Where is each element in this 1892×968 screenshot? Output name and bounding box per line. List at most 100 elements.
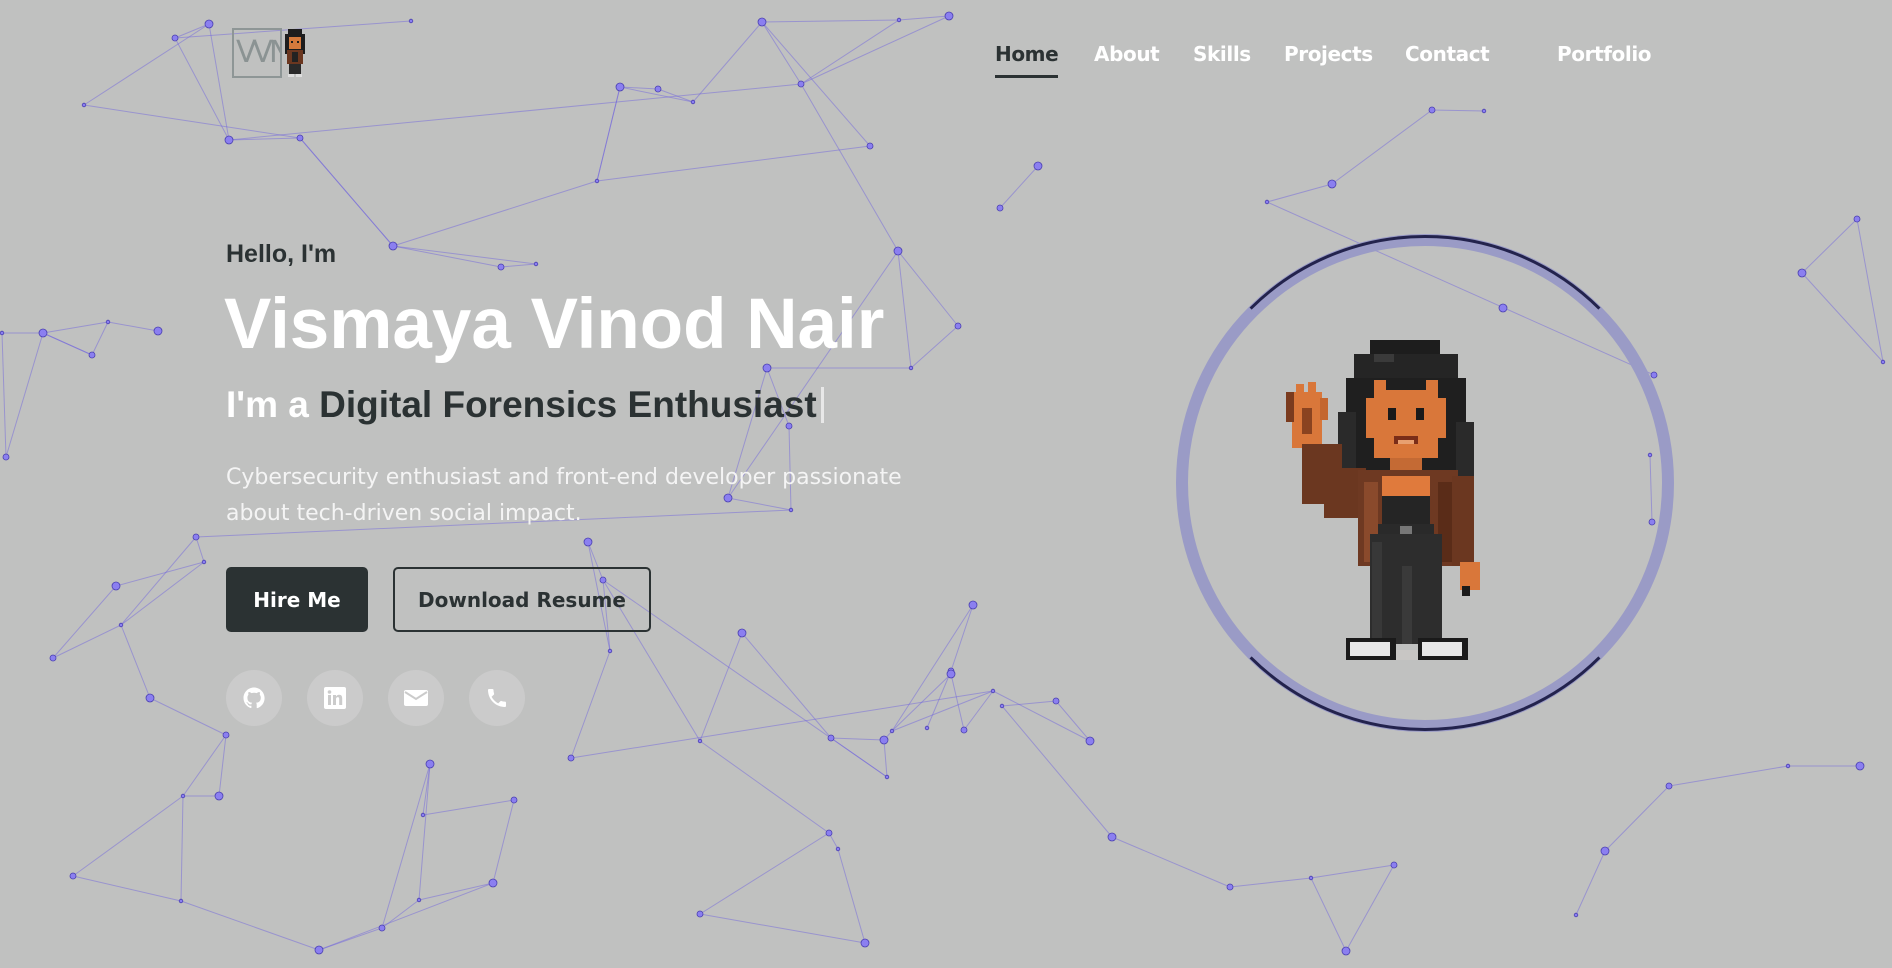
network-node bbox=[145, 693, 155, 703]
network-line bbox=[992, 690, 1091, 742]
phone-link[interactable] bbox=[469, 670, 525, 726]
network-line bbox=[1310, 864, 1395, 879]
github-link[interactable] bbox=[226, 670, 282, 726]
network-line bbox=[596, 86, 621, 182]
network-node bbox=[908, 365, 914, 371]
hero-greeting: Hello, I'm bbox=[226, 240, 337, 268]
network-node bbox=[533, 261, 539, 267]
network-node bbox=[81, 102, 87, 108]
network-node bbox=[1853, 215, 1861, 223]
nav-about[interactable]: About bbox=[1094, 42, 1160, 66]
network-line bbox=[830, 737, 885, 741]
network-node bbox=[118, 622, 124, 628]
network-line bbox=[891, 604, 974, 732]
network-line bbox=[72, 795, 184, 877]
network-node bbox=[567, 754, 575, 762]
nav-home[interactable]: Home bbox=[995, 42, 1059, 78]
network-node bbox=[314, 945, 324, 955]
network-line bbox=[999, 165, 1039, 209]
network-node bbox=[1085, 736, 1095, 746]
network-line bbox=[699, 740, 830, 834]
network-node bbox=[416, 897, 422, 903]
network-node bbox=[378, 924, 386, 932]
network-line bbox=[392, 245, 537, 265]
network-line bbox=[91, 321, 109, 356]
network-line bbox=[800, 19, 900, 85]
profile-avatar bbox=[1174, 232, 1676, 734]
network-node bbox=[222, 731, 230, 739]
network-line bbox=[800, 15, 950, 85]
nav-portfolio[interactable]: Portfolio bbox=[1557, 42, 1652, 66]
network-line bbox=[500, 263, 537, 268]
network-node bbox=[420, 812, 426, 818]
network-line bbox=[83, 23, 210, 106]
network-node bbox=[0, 330, 5, 336]
network-line bbox=[570, 650, 611, 759]
network-node bbox=[889, 728, 895, 734]
linkedin-link[interactable] bbox=[307, 670, 363, 726]
network-node bbox=[1341, 946, 1351, 956]
network-node bbox=[111, 581, 121, 591]
network-node bbox=[866, 142, 874, 150]
network-line bbox=[208, 23, 230, 141]
network-node bbox=[1107, 832, 1117, 842]
network-node bbox=[192, 533, 200, 541]
network-line bbox=[1, 332, 7, 458]
network-line bbox=[883, 739, 888, 778]
network-node bbox=[38, 328, 48, 338]
network-line bbox=[570, 690, 994, 759]
network-node bbox=[214, 791, 224, 801]
network-node bbox=[1327, 179, 1337, 189]
network-line bbox=[1001, 705, 1113, 838]
role-typed-text: Digital Forensics Enthusiast bbox=[319, 384, 817, 425]
network-line bbox=[897, 250, 912, 369]
nav-skills[interactable]: Skills bbox=[1193, 42, 1251, 66]
network-node bbox=[954, 322, 962, 330]
network-line bbox=[1001, 700, 1057, 707]
nav-projects[interactable]: Projects bbox=[1284, 42, 1373, 66]
network-line bbox=[381, 763, 431, 929]
network-line bbox=[392, 180, 598, 247]
network-line bbox=[1668, 765, 1789, 787]
hire-me-button[interactable]: Hire Me bbox=[226, 567, 368, 632]
network-line bbox=[596, 145, 871, 182]
network-node bbox=[896, 17, 902, 23]
network-node bbox=[827, 734, 835, 742]
network-line bbox=[42, 332, 93, 356]
network-line bbox=[761, 21, 871, 147]
email-link[interactable] bbox=[388, 670, 444, 726]
network-node bbox=[171, 34, 179, 42]
network-node bbox=[1600, 846, 1610, 856]
network-line bbox=[1431, 109, 1485, 112]
network-node bbox=[615, 82, 625, 92]
network-line bbox=[692, 21, 763, 103]
network-line bbox=[1266, 183, 1333, 203]
phone-icon bbox=[488, 689, 506, 707]
network-node bbox=[1428, 106, 1436, 114]
network-node bbox=[488, 878, 498, 888]
network-line bbox=[761, 21, 802, 85]
download-resume-button[interactable]: Download Resume bbox=[393, 567, 651, 632]
network-line bbox=[174, 37, 230, 141]
linkedin-icon bbox=[324, 687, 346, 709]
network-line bbox=[120, 561, 205, 626]
network-line bbox=[699, 832, 830, 915]
network-node bbox=[180, 793, 186, 799]
logo[interactable]: VVN bbox=[230, 26, 316, 82]
network-line bbox=[1801, 218, 1858, 274]
network-line bbox=[1345, 864, 1395, 952]
network-line bbox=[837, 848, 866, 944]
network-node bbox=[49, 654, 57, 662]
network-node bbox=[697, 738, 703, 744]
network-node bbox=[201, 559, 207, 565]
network-node bbox=[1880, 359, 1886, 365]
network-node bbox=[153, 326, 163, 336]
network-node bbox=[1033, 161, 1043, 171]
network-node bbox=[224, 135, 234, 145]
network-line bbox=[1856, 218, 1884, 363]
network-node bbox=[893, 246, 903, 256]
hero-description: Cybersecurity enthusiast and front-end d… bbox=[226, 465, 902, 526]
nav-contact[interactable]: Contact bbox=[1405, 42, 1490, 66]
network-node bbox=[510, 796, 518, 804]
network-node bbox=[946, 669, 956, 679]
